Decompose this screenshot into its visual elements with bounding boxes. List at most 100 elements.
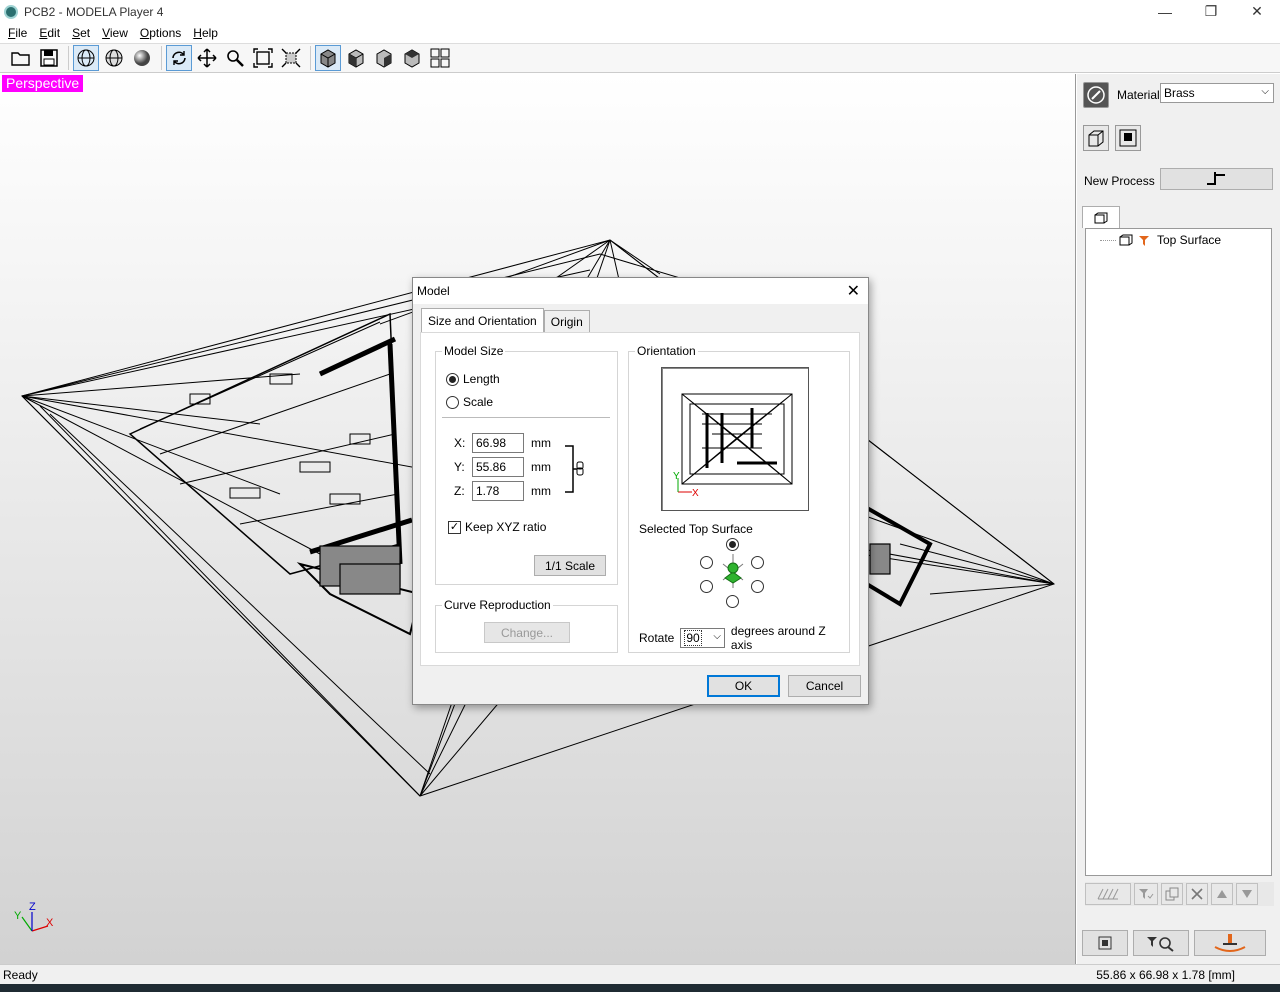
rotate-icon[interactable] [166,45,192,71]
axis-z-label: Z [29,901,36,913]
model-tree-icon [1094,212,1108,223]
change-button[interactable]: Change... [484,622,570,643]
dialog-title-bar: Model [413,278,868,304]
zoom-icon[interactable] [222,45,248,71]
rotate-suffix: degrees around Z axis [730,624,826,652]
surface-front-left-radio[interactable] [700,580,713,593]
model-surface-icon[interactable] [1115,125,1141,151]
radio-selected [446,372,459,386]
model-size-group: Model Size Length Scale X: 66.98 mm Y: 5… [435,344,618,585]
move-down-icon[interactable] [1236,883,1258,905]
z-unit: mm [531,484,551,498]
model-box-icon[interactable] [1083,125,1109,151]
view-quad-icon[interactable] [427,45,453,71]
keep-ratio-checkbox[interactable]: ✓ Keep XYZ ratio [448,520,546,534]
z-size-input[interactable]: 1.78 [472,481,524,501]
zoom-window-icon[interactable] [278,45,304,71]
material-icon[interactable] [1083,82,1109,108]
tree-item-label: Top Surface [1155,233,1224,247]
view-top-icon[interactable] [399,45,425,71]
view-iso-icon[interactable] [315,45,341,71]
tree-tab[interactable] [1082,206,1120,228]
maximize-button[interactable]: ❐ [1188,0,1234,23]
toolbar-separator [161,46,162,70]
material-row: Material [1083,82,1160,108]
toolbar [0,43,1280,73]
minimize-button[interactable]: — [1142,0,1188,23]
menu-view[interactable]: View [98,26,132,40]
scale-radio[interactable]: Scale [446,395,493,409]
menu-options[interactable]: Options [136,26,185,40]
material-select[interactable]: Brass ⌵ [1160,83,1274,103]
preview-axis-x: X [692,488,699,499]
surface-model-icon [722,554,744,588]
size-orientation-pane: Model Size Length Scale X: 66.98 mm Y: 5… [420,332,860,666]
rotate-select[interactable]: 90 ⌵ [680,628,725,648]
y-unit: mm [531,460,551,474]
rotate-label: Rotate [639,631,675,645]
tab-size-orientation[interactable]: Size and Orientation [421,308,544,332]
tool-settings-icon[interactable] [1134,883,1158,905]
keep-ratio-label: Keep XYZ ratio [465,520,547,534]
stop-icon[interactable] [1082,930,1128,956]
surface-front-right-radio[interactable] [751,580,764,593]
material-label: Material [1117,88,1160,102]
new-process-button[interactable] [1160,168,1273,190]
render-view-icon[interactable] [129,45,155,71]
divider [442,417,610,418]
material-value: Brass [1164,86,1195,100]
length-radio[interactable]: Length [446,372,500,386]
fit-view-icon[interactable] [250,45,276,71]
surface-back-left-radio[interactable] [700,556,713,569]
length-label: Length [463,372,500,386]
radio-unselected [446,395,459,409]
menu-set[interactable]: Set [68,26,94,40]
save-icon[interactable] [36,45,62,71]
chevron-down-icon: ⌵ [1261,86,1269,97]
z-size-row: Z: 1.78 mm [454,481,551,501]
process-preview-icon[interactable] [1085,883,1131,905]
surface-top-radio[interactable] [726,538,739,551]
view-side-icon[interactable] [371,45,397,71]
curve-title: Curve Reproduction [442,598,553,612]
chevron-down-icon: ⌵ [713,631,721,642]
model-dimensions: 55.86 x 66.98 x 1.78 [mm] [1096,967,1235,982]
open-folder-icon[interactable] [8,45,34,71]
surface-back-right-radio[interactable] [751,556,764,569]
tab-origin[interactable]: Origin [543,310,590,332]
menu-file[interactable]: File [4,26,31,40]
ok-button[interactable]: OK [707,675,780,697]
move-up-icon[interactable] [1211,883,1233,905]
dialog-close-button[interactable]: ✕ [847,281,860,301]
wireframe-view-icon[interactable] [73,45,99,71]
one-to-one-scale-button[interactable]: 1/1 Scale [534,555,606,576]
model-tree-icon [1119,234,1133,246]
view-front-icon[interactable] [343,45,369,71]
y-label: Y: [454,460,465,474]
link-ratio-icon[interactable] [564,444,590,494]
x-unit: mm [531,436,551,450]
menu-help[interactable]: Help [189,26,222,40]
cancel-button[interactable]: Cancel [788,675,861,697]
new-process-label: New Process [1084,174,1155,188]
copy-icon[interactable] [1161,883,1183,905]
process-tree[interactable]: Top Surface [1085,228,1272,876]
dialog-title: Model [417,284,450,298]
cut-icon[interactable] [1194,930,1266,956]
mesh-view-icon[interactable] [101,45,127,71]
tree-connector [1100,239,1116,241]
status-text: Ready [3,967,38,982]
y-size-input[interactable]: 55.86 [472,457,524,477]
close-button[interactable]: ✕ [1234,0,1280,23]
move-icon[interactable] [194,45,220,71]
tree-item-top-surface[interactable]: Top Surface [1100,233,1224,247]
taskbar [0,984,1280,992]
toolbar-separator [310,46,311,70]
menu-edit[interactable]: Edit [35,26,64,40]
delete-icon[interactable] [1186,883,1208,905]
x-size-input[interactable]: 66.98 [472,433,524,453]
preview-cutting-icon[interactable] [1133,930,1189,956]
surface-bottom-radio[interactable] [726,595,739,608]
model-dialog: Model ✕ Size and Orientation Origin Mode… [412,277,869,705]
view-mode-label: Perspective [2,75,84,92]
